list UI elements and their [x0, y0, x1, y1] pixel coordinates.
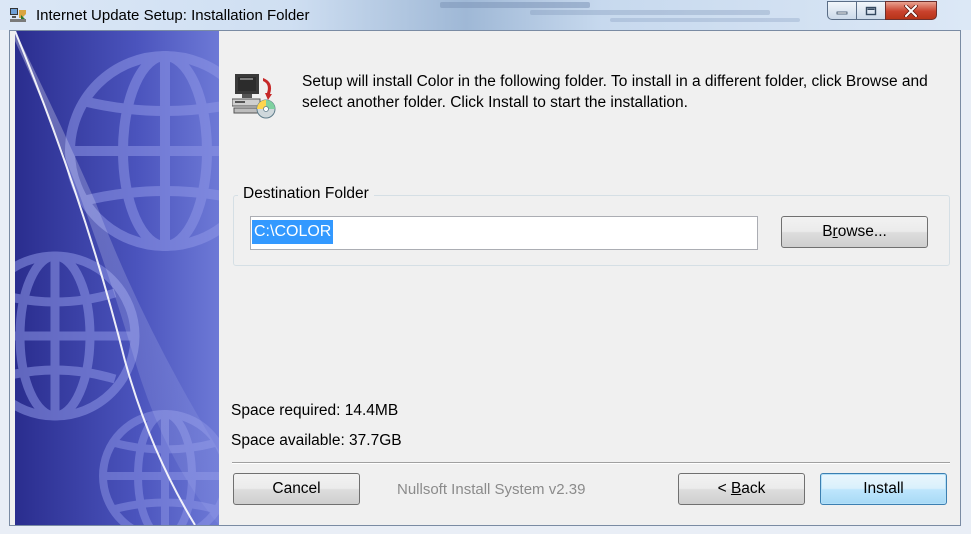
installer-icon — [10, 8, 26, 22]
branding-divider — [232, 462, 950, 464]
destination-group-label: Destination Folder — [238, 185, 374, 203]
space-available: Space available: 37.7GB — [231, 432, 402, 449]
close-button[interactable] — [885, 1, 937, 20]
minimize-button[interactable] — [827, 1, 857, 20]
window-title: Internet Update Setup: Installation Fold… — [36, 7, 310, 24]
branding-text: Nullsoft Install System v2.39 — [397, 481, 586, 498]
minimize-icon — [836, 11, 848, 14]
close-icon — [904, 4, 918, 17]
back-button[interactable]: < Back — [678, 473, 805, 505]
browse-label-pre: B — [822, 223, 833, 240]
maximize-button[interactable] — [856, 1, 886, 20]
install-button[interactable]: Install — [820, 473, 947, 505]
back-label-accel: B — [730, 480, 742, 497]
cancel-button[interactable]: Cancel — [233, 473, 360, 505]
title-bar[interactable]: Internet Update Setup: Installation Fold… — [0, 0, 971, 30]
destination-path-input[interactable] — [250, 216, 758, 250]
computer-cd-icon — [232, 74, 276, 119]
space-required: Space required: 14.4MB — [231, 402, 399, 419]
browse-button[interactable]: Br owse... — [781, 216, 928, 248]
intro-text: Setup will install Color in the followin… — [302, 73, 928, 111]
back-label-pre: < — [717, 480, 731, 497]
blurred-background — [440, 2, 590, 8]
blurred-background — [530, 10, 770, 15]
blurred-background — [610, 18, 800, 22]
back-label-post: ack — [741, 480, 766, 497]
browse-label-post: owse... — [837, 223, 887, 240]
globe-icon — [15, 31, 219, 525]
installer-window: Internet Update Setup: Installation Fold… — [0, 0, 971, 534]
maximize-icon — [865, 6, 877, 15]
